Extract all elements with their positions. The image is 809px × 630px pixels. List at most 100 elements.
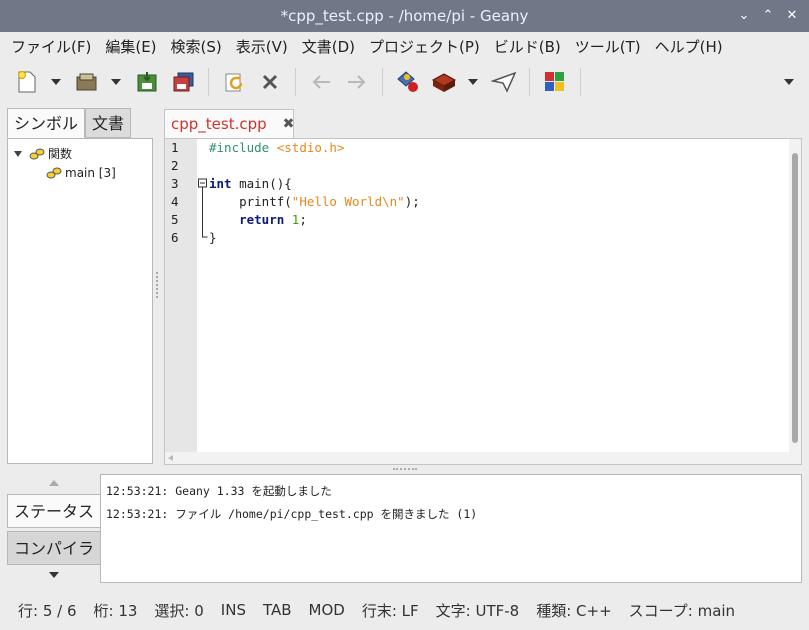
keyword-token: int (209, 176, 232, 191)
new-file-dropdown[interactable] (48, 67, 64, 97)
string-token: "Hello World\n" (291, 194, 405, 209)
new-file-icon[interactable] (12, 67, 42, 97)
revert-icon[interactable] (219, 67, 249, 97)
code-line-5: return 1; (209, 211, 307, 229)
code-line-6: } (209, 229, 217, 247)
code-token: ); (404, 194, 420, 209)
function-icon (46, 167, 62, 179)
code-editor[interactable]: 1 2 3 4 5 6 #include <stdio.h> int main(… (164, 138, 802, 465)
document-tab-label: cpp_test.cpp (171, 115, 267, 133)
tree-group-label: 関数 (48, 147, 73, 161)
code-token: main(){ (231, 176, 292, 191)
message-tabs: ステータス コンパイラ (7, 474, 101, 586)
menu-build[interactable]: ビルド(B) (487, 36, 568, 57)
tab-symbols[interactable]: シンボル (7, 108, 86, 138)
menu-help[interactable]: ヘルプ(H) (648, 36, 730, 57)
open-file-icon[interactable] (72, 67, 102, 97)
tree-group-functions[interactable]: 関数 (14, 145, 72, 162)
status-column: 桁: 13 (93, 601, 138, 620)
close-tab-icon[interactable]: ✖ (283, 116, 295, 132)
preprocessor-token: #include (209, 140, 270, 155)
toolbar-separator (529, 68, 530, 96)
line-number: 6 (171, 230, 179, 245)
save-icon[interactable] (132, 67, 162, 97)
tab-status[interactable]: ステータス (7, 494, 101, 528)
tab-scroll-up-icon[interactable] (49, 480, 59, 486)
tree-item-main[interactable]: main [3] (46, 166, 116, 180)
status-insert-mode: INS (220, 601, 246, 619)
save-all-icon[interactable] (168, 67, 198, 97)
execute-icon[interactable] (489, 67, 519, 97)
tree-item-label: main [3] (65, 166, 116, 180)
scrollbar-thumb[interactable] (792, 153, 798, 443)
function-group-icon (29, 148, 45, 159)
header-token: <stdio.h> (276, 140, 345, 155)
status-line-ending: 行末: LF (361, 601, 419, 620)
status-indent-mode: TAB (262, 601, 292, 619)
tab-compiler[interactable]: コンパイラ (7, 531, 101, 565)
menu-view[interactable]: 表示(V) (229, 36, 295, 57)
status-encoding: 文字: UTF-8 (435, 601, 520, 620)
status-message-panel[interactable]: 12:53:21: Geany 1.33 を起動しました 12:53:21: フ… (100, 474, 802, 583)
keyword-token: return (209, 212, 285, 227)
menu-edit[interactable]: 編集(E) (98, 36, 163, 57)
vertical-scrollbar[interactable] (789, 139, 801, 452)
compile-icon[interactable] (393, 67, 423, 97)
status-line: 行: 5 / 6 (18, 601, 77, 620)
line-number: 5 (171, 212, 179, 227)
code-token: } (209, 230, 217, 245)
build-dropdown[interactable] (465, 67, 481, 97)
status-selection: 選択: 0 (154, 601, 204, 620)
horizontal-scrollbar[interactable] (165, 452, 801, 464)
toolbar-separator (295, 68, 296, 96)
fold-marker-icon[interactable] (197, 139, 209, 249)
maximize-icon[interactable]: ⌃ (761, 9, 775, 23)
toolbar-separator (208, 68, 209, 96)
window-titlebar: *cpp_test.cpp - /home/pi - Geany ⌄ ⌃ ✕ (0, 0, 809, 32)
menu-document[interactable]: 文書(D) (295, 36, 362, 57)
forward-icon[interactable] (342, 67, 372, 97)
toolbar-separator (382, 68, 383, 96)
document-tab[interactable]: cpp_test.cpp ✖ (164, 109, 294, 138)
status-filetype: 種類: C++ (536, 601, 612, 620)
sidebar-tabs: シンボル 文書 (7, 108, 132, 138)
toolbar-separator (580, 68, 581, 96)
symbol-tree: 関数 main [3] (7, 138, 153, 464)
back-icon[interactable] (306, 67, 336, 97)
build-icon[interactable] (429, 67, 459, 97)
close-icon[interactable] (255, 67, 285, 97)
status-message: 12:53:21: Geany 1.33 を起動しました (106, 484, 332, 498)
code-line-1: #include <stdio.h> (209, 139, 344, 157)
code-token: ; (299, 212, 307, 227)
line-number: 1 (171, 140, 179, 155)
line-number-gutter: 1 2 3 4 5 6 (165, 139, 197, 452)
panel-resize-handle[interactable] (393, 468, 417, 471)
menu-search[interactable]: 検索(S) (164, 36, 229, 57)
code-line-3: int main(){ (209, 175, 292, 193)
status-modified: MOD (308, 601, 345, 619)
tab-documents[interactable]: 文書 (85, 108, 132, 138)
toolbar (0, 60, 809, 104)
menu-tools[interactable]: ツール(T) (568, 36, 648, 57)
close-window-icon[interactable]: ✕ (785, 9, 799, 23)
status-bar: 行: 5 / 6 桁: 13 選択: 0 INS TAB MOD 行末: LF … (0, 594, 809, 626)
code-token: printf( (209, 194, 292, 209)
line-number: 2 (171, 158, 179, 173)
expander-icon[interactable] (14, 150, 22, 157)
color-chooser-icon[interactable] (540, 67, 570, 97)
window-controls: ⌄ ⌃ ✕ (737, 0, 799, 32)
status-scope: スコープ: main (628, 601, 736, 620)
tab-scroll-down-icon[interactable] (49, 572, 59, 578)
sidebar-resize-handle[interactable] (156, 272, 159, 298)
status-message: 12:53:21: ファイル /home/pi/cpp_test.cpp を開き… (106, 507, 478, 521)
line-number: 4 (171, 194, 179, 209)
menu-file[interactable]: ファイル(F) (4, 36, 98, 57)
scroll-left-icon[interactable] (168, 455, 173, 461)
code-line-4: printf("Hello World\n"); (209, 193, 420, 211)
line-number: 3 (171, 176, 179, 191)
menu-project[interactable]: プロジェクト(P) (362, 36, 487, 57)
toolbar-overflow-button[interactable] (781, 67, 797, 97)
open-file-dropdown[interactable] (108, 67, 124, 97)
minimize-icon[interactable]: ⌄ (737, 9, 751, 23)
window-title: *cpp_test.cpp - /home/pi - Geany (280, 7, 529, 25)
